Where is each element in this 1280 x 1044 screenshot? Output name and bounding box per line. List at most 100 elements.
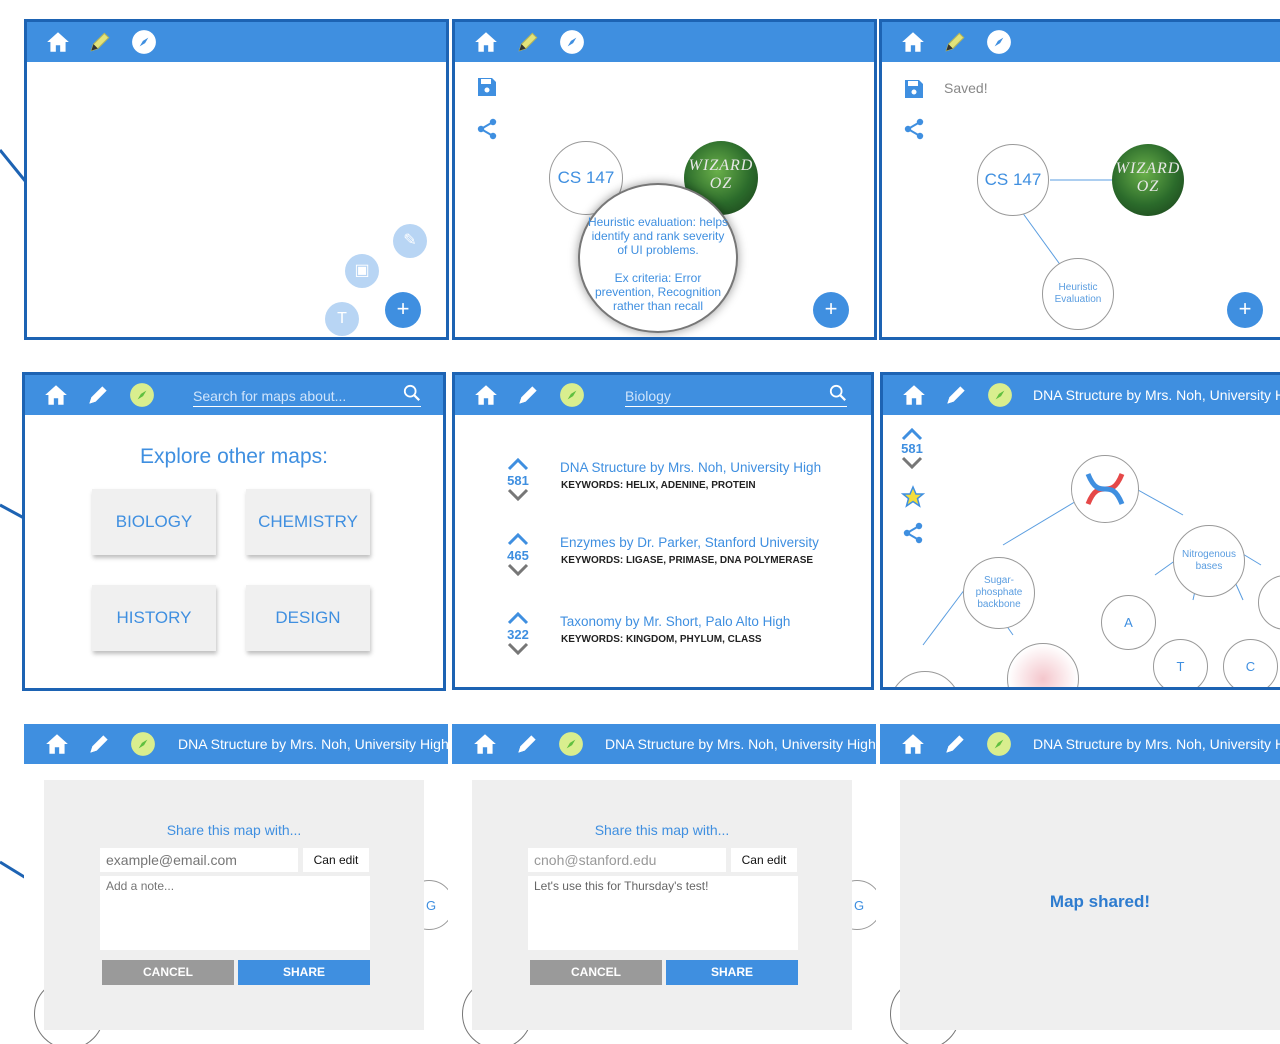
canvas-area[interactable]: ▣ ✎ T + xyxy=(27,62,446,337)
top-bar: DNA Structure by Mrs. Noh, University Hi… xyxy=(24,724,448,764)
home-icon[interactable] xyxy=(901,382,927,408)
home-icon[interactable] xyxy=(43,382,69,408)
search-input[interactable] xyxy=(193,387,393,405)
share-button[interactable]: SHARE xyxy=(238,960,370,985)
add-drawing-button[interactable]: ✎ xyxy=(393,224,427,258)
upvote-icon[interactable] xyxy=(503,611,533,627)
canvas-area[interactable]: Saved! CS 147 WIZARD OZ Heuristic Evalua… xyxy=(882,62,1280,337)
image-icon: ▣ xyxy=(354,262,370,279)
search-icon[interactable] xyxy=(829,384,847,402)
map-title: DNA Structure by Mrs. Noh, University Hi… xyxy=(1033,387,1280,403)
upvote-icon[interactable] xyxy=(503,457,533,473)
node-sugar-phosphate-backbone[interactable]: Sugar-phosphate backbone xyxy=(963,557,1035,629)
map-title: DNA Structure by Mrs. Noh, University Hi… xyxy=(178,736,448,752)
node-nitrogenous-bases[interactable]: Nitrogenous bases xyxy=(1173,525,1245,597)
downvote-icon[interactable] xyxy=(503,488,533,504)
email-field[interactable] xyxy=(100,848,298,872)
home-icon[interactable] xyxy=(472,731,498,757)
result-title[interactable]: DNA Structure by Mrs. Noh, University Hi… xyxy=(560,460,821,475)
panel-map-saved: Saved! CS 147 WIZARD OZ Heuristic Evalua… xyxy=(879,19,1280,340)
list-item[interactable]: 581 DNA Structure by Mrs. Noh, Universit… xyxy=(455,457,871,517)
compass-icon[interactable] xyxy=(559,29,585,55)
pencil-icon[interactable] xyxy=(943,382,969,408)
map-canvas[interactable]: 581 Nitrogenous bases Sugar-phosphate ba… xyxy=(883,415,1280,687)
home-icon[interactable] xyxy=(473,382,499,408)
compass-icon[interactable] xyxy=(559,382,585,408)
upvote-icon[interactable] xyxy=(503,532,533,548)
result-keywords: KEYWORDS: KINGDOM, PHYLUM, CLASS xyxy=(561,634,762,645)
home-icon[interactable] xyxy=(900,731,926,757)
share-button[interactable]: SHARE xyxy=(666,960,798,985)
category-history-button[interactable]: HISTORY xyxy=(92,585,216,651)
pencil-icon[interactable] xyxy=(85,382,111,408)
shared-confirmation: Map shared! xyxy=(900,780,1280,1030)
add-image-button[interactable]: ▣ xyxy=(345,254,379,288)
note-field[interactable]: Let's use this for Thursday's test! xyxy=(528,876,798,950)
list-item[interactable]: 322 Taxonomy by Mr. Short, Palo Alto Hig… xyxy=(455,611,871,671)
share-icon[interactable] xyxy=(475,117,499,141)
pencil-icon[interactable] xyxy=(515,29,541,55)
downvote-icon[interactable] xyxy=(503,642,533,658)
map-canvas-dimmed: 581 G Share this map with... Can edit CA… xyxy=(24,764,448,1044)
expanded-node-bubble[interactable]: Heuristic evaluation: helps identify and… xyxy=(578,183,738,333)
compass-icon[interactable] xyxy=(558,731,584,757)
node-adenine[interactable]: A xyxy=(1101,595,1156,650)
save-icon[interactable] xyxy=(475,75,499,99)
email-field[interactable] xyxy=(528,848,726,872)
compass-icon[interactable] xyxy=(986,731,1012,757)
category-biology-button[interactable]: BIOLOGY xyxy=(92,489,216,555)
compass-icon[interactable] xyxy=(129,382,155,408)
pencil-icon[interactable] xyxy=(942,731,968,757)
pencil-icon[interactable] xyxy=(942,29,968,55)
compass-icon[interactable] xyxy=(986,29,1012,55)
downvote-icon[interactable] xyxy=(503,563,533,579)
add-button[interactable]: + xyxy=(1227,292,1263,328)
category-design-button[interactable]: DESIGN xyxy=(246,585,370,651)
pencil-icon[interactable] xyxy=(515,382,541,408)
note-field[interactable] xyxy=(100,876,370,950)
category-chemistry-button[interactable]: CHEMISTRY xyxy=(246,489,370,555)
search-icon[interactable] xyxy=(403,384,421,402)
permission-select[interactable]: Can edit xyxy=(731,848,797,872)
map-title: DNA Structure by Mrs. Noh, University Hi… xyxy=(1033,736,1280,752)
search-box[interactable] xyxy=(625,384,847,407)
node-cs147[interactable]: CS 147 xyxy=(977,144,1049,216)
add-text-button[interactable]: T xyxy=(325,302,359,336)
wizard-of-oz-image[interactable]: WIZARD OZ xyxy=(1112,144,1184,216)
pencil-icon[interactable] xyxy=(514,731,540,757)
compass-icon[interactable] xyxy=(987,382,1013,408)
explore-area: Explore other maps: BIOLOGY CHEMISTRY HI… xyxy=(25,415,443,688)
cancel-button[interactable]: CANCEL xyxy=(102,960,234,985)
compass-icon[interactable] xyxy=(130,731,156,757)
pencil-icon[interactable] xyxy=(87,29,113,55)
add-button[interactable]: + xyxy=(813,292,849,328)
home-icon[interactable] xyxy=(900,29,926,55)
top-bar: DNA Structure by Mrs. Noh, University Hi… xyxy=(880,724,1280,764)
search-input[interactable] xyxy=(625,387,825,405)
share-dialog-title: Share this map with... xyxy=(594,822,730,838)
node-heuristic-evaluation[interactable]: Heuristic Evaluation xyxy=(1042,258,1114,330)
search-box[interactable] xyxy=(193,384,421,407)
panel-note-bubble: WIZARD OZ CS 147 Heuristic evaluation: h… xyxy=(452,19,877,340)
map-title: DNA Structure by Mrs. Noh, University Hi… xyxy=(605,736,876,752)
permission-select[interactable]: Can edit xyxy=(303,848,369,872)
vote-control: 322 xyxy=(503,611,533,658)
home-icon[interactable] xyxy=(45,29,71,55)
canvas-area[interactable]: WIZARD OZ CS 147 Heuristic evaluation: h… xyxy=(455,62,874,337)
dna-helix-icon xyxy=(1085,472,1125,506)
shared-message: Map shared! xyxy=(1049,892,1151,911)
cancel-button[interactable]: CANCEL xyxy=(530,960,662,985)
home-icon[interactable] xyxy=(473,29,499,55)
compass-icon[interactable] xyxy=(131,29,157,55)
list-item[interactable]: 465 Enzymes by Dr. Parker, Stanford Univ… xyxy=(455,532,871,592)
pencil-icon[interactable] xyxy=(86,731,112,757)
result-title[interactable]: Enzymes by Dr. Parker, Stanford Universi… xyxy=(560,535,819,550)
panel-map-shared: DNA Structure by Mrs. Noh, University Hi… xyxy=(880,724,1280,1044)
node-cytosine[interactable]: C xyxy=(1223,639,1278,687)
home-icon[interactable] xyxy=(44,731,70,757)
node-thymine[interactable]: T xyxy=(1153,639,1208,687)
add-button[interactable]: + xyxy=(385,292,421,328)
node-dna-helix-image[interactable] xyxy=(1071,455,1139,523)
result-title[interactable]: Taxonomy by Mr. Short, Palo Alto High xyxy=(560,614,790,629)
top-bar xyxy=(455,22,874,62)
